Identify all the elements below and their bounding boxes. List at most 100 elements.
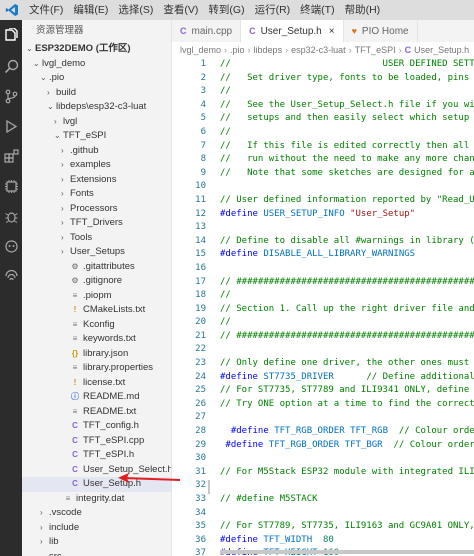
code-line[interactable]: // #define M5STACK [220,493,474,507]
code-editor[interactable]: 1 2 3 4 5 6 7 8 9 10 11 12 13 14 15 16 17 18 19 20 21 22 23 24 2… [172,58,474,556]
code-line[interactable]: #define TFT_RGB_ORDER TFT_BGR // Colour … [220,439,474,453]
menu-go[interactable]: 转到(G) [203,0,249,20]
code-line[interactable]: // #####################################… [220,330,474,344]
code-line[interactable]: // Note that some sketches are designed … [220,167,474,181]
code-line[interactable]: // setups and then easily select which s… [220,112,474,126]
extensions-icon[interactable] [3,148,19,164]
tree-file[interactable]: C TFT_eSPI.cpp [22,434,171,449]
tree-folder[interactable]: › .vscode [22,506,171,521]
breadcrumb-item[interactable]: libdeps [254,45,283,55]
tree-file[interactable]: ≡ Kconfig [22,318,171,333]
tree-file[interactable]: ⚙ .gitignore [22,274,171,289]
tree-folder[interactable]: › TFT_Drivers [22,216,171,231]
code-line[interactable]: . [220,180,474,194]
menu-selection[interactable]: 选择(S) [113,0,158,20]
menu-view[interactable]: 查看(V) [158,0,203,20]
menu-help[interactable]: 帮助(H) [340,0,386,20]
code-line[interactable]: // USER DEFINED SETTINGS [220,58,474,72]
tree-folder[interactable]: › Fonts [22,187,171,202]
tree-folder[interactable]: ⌄ lvgl_demo [22,57,171,72]
code-line[interactable]: . [220,452,474,466]
code-line[interactable]: // User defined information reported by … [220,194,474,208]
tree-folder[interactable]: › Tools [22,231,171,246]
tree-folder[interactable]: ⌄ libdeps\esp32-c3-luat [22,100,171,115]
code-line[interactable]: // #####################################… [220,276,474,290]
breadcrumb-item[interactable]: TFT_eSPI [355,45,396,55]
code-line[interactable]: // Define to disable all #warnings in li… [220,235,474,249]
code-line[interactable]: // [220,289,474,303]
tree-file[interactable]: ⓘ README.md [22,390,171,405]
tree-folder[interactable]: ⌄ src [22,550,171,556]
code-line[interactable]: . [220,479,474,493]
code-line[interactable]: #define ST7735_DRIVER // Define addition… [220,371,474,385]
code-line[interactable]: // [220,126,474,140]
code-line[interactable]: // Only define one driver, the other one… [220,357,474,371]
tree-folder[interactable]: ⌄ ESP32DEMO (工作区) [22,42,171,57]
remote-explorer-icon[interactable] [3,268,19,284]
menu-run[interactable]: 运行(R) [250,0,296,20]
tree-file[interactable]: ! CMakeLists.txt [22,303,171,318]
breadcrumb-item[interactable]: User_Setup.h [414,45,469,55]
tree-folder[interactable]: ⌄ .pio [22,71,171,86]
breadcrumb-item[interactable]: esp32-c3-luat [291,45,346,55]
code-line[interactable]: . [220,507,474,521]
tree-file[interactable]: C TFT_eSPI.h [22,448,171,463]
code-line[interactable]: // For M5Stack ESP32 module with integra… [220,466,474,480]
tree-file[interactable]: ≡ library.properties [22,361,171,376]
tree-folder[interactable]: › include [22,521,171,536]
tree-folder[interactable]: › lib [22,535,171,550]
bug-icon[interactable] [3,208,19,224]
chip-icon[interactable] [3,178,19,194]
menu-file[interactable]: 文件(F) [24,0,68,20]
code-line[interactable]: // [220,316,474,330]
code-line[interactable]: // [220,85,474,99]
code-line[interactable]: // Try ONE option at a time to find the … [220,398,474,412]
code-line[interactable]: // See the User_Setup_Select.h file if y… [220,99,474,113]
tree-file[interactable]: ≡ keywords.txt [22,332,171,347]
breadcrumb-item[interactable]: lvgl_demo [180,45,221,55]
tree-folder[interactable]: › examples [22,158,171,173]
tree-folder[interactable]: › Processors [22,202,171,217]
run-debug-icon[interactable] [3,118,19,134]
tab-main-cpp[interactable]: C main.cpp [172,20,242,42]
tree-folder[interactable]: › lvgl [22,115,171,130]
platformio-alien-icon[interactable] [3,238,19,254]
tab-user-setup-h[interactable]: C User_Setup.h × [241,20,344,42]
code-line[interactable]: . [220,343,474,357]
horizontal-scrollbar[interactable] [220,550,474,554]
breadcrumb-item[interactable]: .pio [230,45,245,55]
search-icon[interactable] [3,58,19,74]
tree-folder[interactable]: › build [22,86,171,101]
tree-file[interactable]: ! license.txt [22,376,171,391]
tab-pio-home[interactable]: ♥ PIO Home [344,20,418,42]
code-line[interactable]: // run without the need to make any more… [220,153,474,167]
tree-file[interactable]: ≡ .piopm [22,289,171,304]
code-line[interactable]: // Set driver type, fonts to be loaded, … [220,72,474,86]
tree-file[interactable]: ⚙ .gitattributes [22,260,171,275]
code-line[interactable]: . [220,262,474,276]
tree-folder[interactable]: ⌄ TFT_eSPI [22,129,171,144]
code-line[interactable]: . [220,411,474,425]
menu-terminal[interactable]: 终端(T) [295,0,339,20]
tree-folder[interactable]: › Extensions [22,173,171,188]
tree-file[interactable]: C TFT_config.h [22,419,171,434]
code-content[interactable]: // USER DEFINED SETTINGS// Set driver ty… [220,58,474,556]
code-line[interactable]: // For ST7735, ST7789 and ILI9341 ONLY, … [220,384,474,398]
code-line[interactable]: // For ST7789, ST7735, ILI9163 and GC9A0… [220,520,474,534]
code-line[interactable]: // Section 1. Call up the right driver f… [220,303,474,317]
tree-file[interactable]: ≡ integrity.dat [22,492,171,507]
code-line[interactable]: // If this file is edited correctly then… [220,140,474,154]
menu-edit[interactable]: 编辑(E) [68,0,113,20]
code-line[interactable]: #define TFT_WIDTH 80 [220,534,474,548]
code-line[interactable]: #define USER_SETUP_INFO "User_Setup" [220,208,474,222]
tree-folder[interactable]: › .github [22,144,171,159]
code-line[interactable]: #define DISABLE_ALL_LIBRARY_WARNINGS [220,248,474,262]
tree-folder[interactable]: › User_Setups [22,245,171,260]
code-line[interactable]: #define TFT_RGB_ORDER TFT_RGB // Colour … [220,425,474,439]
tree-file[interactable]: {} library.json [22,347,171,362]
code-line[interactable]: . [220,221,474,235]
close-tab-icon[interactable]: × [329,26,335,37]
explorer-files-icon[interactable] [3,28,19,44]
tree-file[interactable]: ≡ README.txt [22,405,171,420]
source-control-icon[interactable] [3,88,19,104]
